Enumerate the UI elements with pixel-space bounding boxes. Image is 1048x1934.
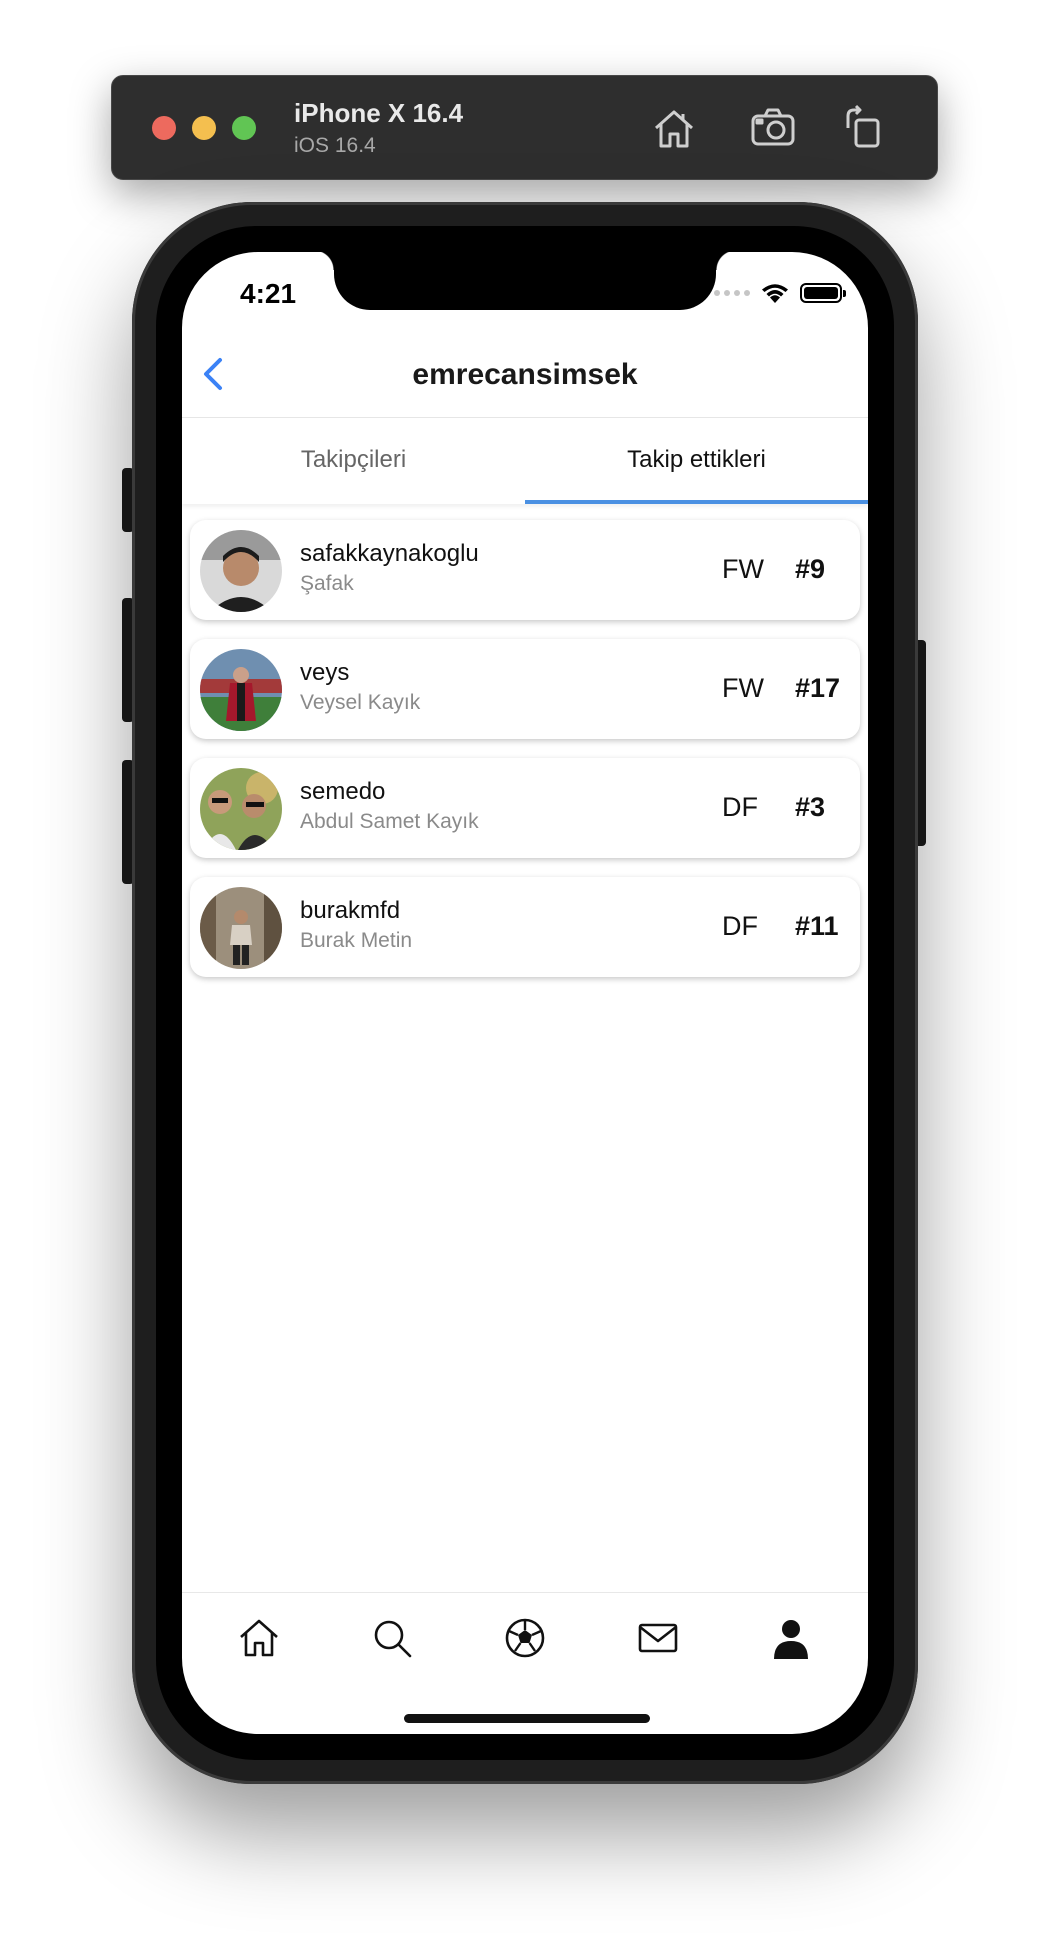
screenshot-icon[interactable] xyxy=(749,104,797,152)
status-time: 4:21 xyxy=(240,278,297,309)
phone-screen: 4:21 emrecansimsek Takipçileri Takip ett… xyxy=(182,252,868,1734)
notch xyxy=(314,252,736,310)
home-icon[interactable] xyxy=(650,104,698,152)
mail-icon[interactable] xyxy=(635,1615,681,1661)
user-list: safakkaynakoglu Şafak FW #9 veys Veysel … xyxy=(190,520,860,996)
bottom-tab-bar xyxy=(182,1592,868,1682)
position-label: FW xyxy=(722,554,764,584)
position-label: FW xyxy=(722,673,764,703)
football-icon[interactable] xyxy=(502,1615,548,1661)
position-label: DF xyxy=(722,911,758,941)
tab-bar-top: Takipçileri Takip ettikleri xyxy=(182,418,868,504)
position-label: DF xyxy=(722,792,758,822)
avatar xyxy=(200,768,282,850)
list-item[interactable]: burakmfd Burak Metin DF #11 xyxy=(190,877,860,977)
navigation-bar: emrecansimsek xyxy=(182,330,868,418)
simulator-toolbar: iPhone X 16.4 iOS 16.4 xyxy=(111,75,938,180)
profile-icon[interactable] xyxy=(768,1615,814,1661)
tab-followers[interactable]: Takipçileri xyxy=(182,418,525,504)
list-item[interactable]: safakkaynakoglu Şafak FW #9 xyxy=(190,520,860,620)
username: burakmfd xyxy=(300,897,401,924)
jersey-number: #9 xyxy=(795,554,826,584)
zoom-window-button[interactable] xyxy=(232,116,256,140)
list-item[interactable]: veys Veysel Kayık FW #17 xyxy=(190,639,860,739)
avatar xyxy=(200,530,282,612)
username: safakkaynakoglu xyxy=(300,540,479,567)
page-title: emrecansimsek xyxy=(412,358,638,391)
tab-following[interactable]: Takip ettikleri xyxy=(525,418,868,504)
battery-icon xyxy=(800,283,846,303)
list-item[interactable]: semedo Abdul Samet Kayık DF #3 xyxy=(190,758,860,858)
cellular-signal-icon xyxy=(714,290,750,296)
username: veys xyxy=(300,659,350,686)
home-indicator xyxy=(404,1714,650,1723)
jersey-number: #3 xyxy=(795,792,826,822)
wifi-icon xyxy=(760,282,790,304)
avatar xyxy=(200,887,282,969)
status-indicators xyxy=(714,282,846,304)
full-name: Abdul Samet Kayık xyxy=(300,810,479,833)
minimize-window-button[interactable] xyxy=(192,116,216,140)
jersey-number: #17 xyxy=(795,673,841,703)
jersey-number: #11 xyxy=(795,911,839,941)
rotate-icon[interactable] xyxy=(838,104,886,152)
device-title: iPhone X 16.4 xyxy=(294,98,464,128)
search-icon[interactable] xyxy=(369,1615,415,1661)
os-version: iOS 16.4 xyxy=(294,134,376,157)
avatar xyxy=(200,649,282,731)
full-name: Burak Metin xyxy=(300,929,413,952)
home-icon[interactable] xyxy=(236,1615,282,1661)
full-name: Şafak xyxy=(300,572,354,595)
username: semedo xyxy=(300,778,386,805)
full-name: Veysel Kayık xyxy=(300,691,421,714)
close-window-button[interactable] xyxy=(152,116,176,140)
